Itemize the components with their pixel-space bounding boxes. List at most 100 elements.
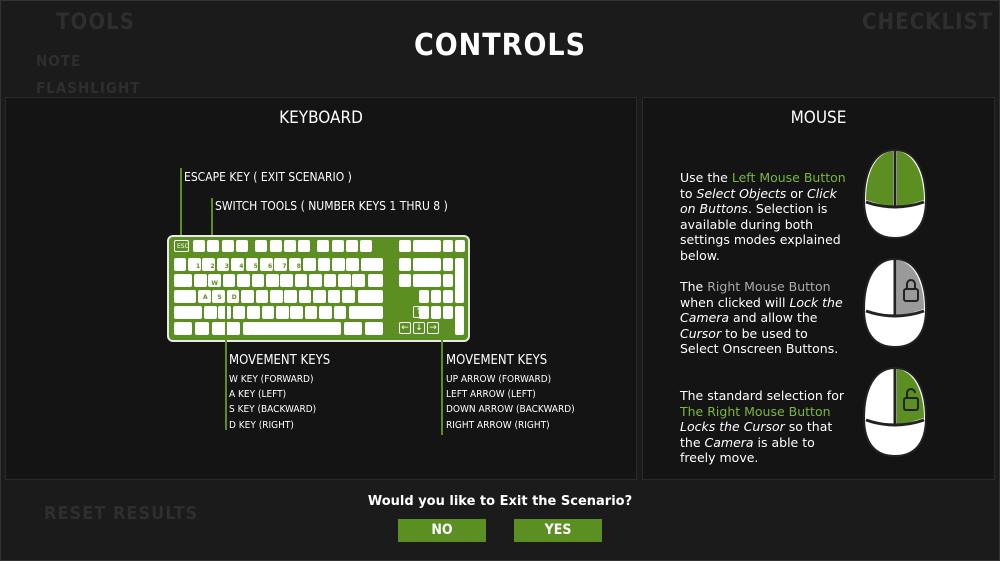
letter-key (222, 274, 236, 287)
down-arrow-key: ↓ (413, 322, 425, 334)
function-key (221, 240, 234, 252)
movement-right-item-4: RIGHT ARROW (RIGHT) (446, 420, 550, 431)
movement-keys-right-title: MOVEMENT KEYS (446, 353, 548, 368)
numpad-key (443, 240, 453, 252)
tab-key (174, 274, 192, 287)
function-key (346, 240, 358, 252)
backspace-key (361, 258, 383, 271)
nav-key (399, 258, 411, 271)
letter-key (309, 274, 322, 287)
letter-key: D (226, 290, 240, 303)
number-key: 8 (288, 258, 302, 271)
function-key (207, 240, 220, 252)
number-key: 1 (188, 258, 201, 271)
alt-key (195, 322, 209, 335)
letter-key (255, 290, 269, 303)
yes-button[interactable]: YES (514, 519, 602, 542)
movement-right-item-3: DOWN ARROW (BACKWARD) (446, 404, 575, 415)
number-key: 3 (216, 258, 230, 271)
numpad-key (431, 258, 441, 271)
enter-key (358, 290, 383, 303)
no-button[interactable]: NO (398, 519, 486, 542)
function-key (235, 240, 248, 252)
letter-key (319, 306, 332, 319)
nav-key (399, 274, 411, 287)
letter-key (261, 306, 275, 319)
letter-key: W (208, 274, 221, 287)
letter-key (241, 290, 254, 303)
letter-key: S (212, 290, 225, 303)
right-arrow-key: → (427, 322, 439, 334)
left-mouse-button-icon (862, 148, 928, 240)
letter-key (276, 306, 289, 319)
numpad-key (431, 306, 441, 319)
movement-left-item-1: W KEY (FORWARD) (229, 374, 314, 385)
alt-key (344, 322, 362, 335)
numpad-key (419, 274, 429, 287)
letter-key (333, 306, 347, 319)
number-key: 2 (202, 258, 215, 271)
numpad-key (419, 240, 429, 252)
letter-key (342, 290, 355, 303)
numpad-key (419, 290, 429, 303)
letter-key (247, 306, 260, 319)
mouse-left-button-description: Use the Left Mouse Button to Select Obje… (680, 170, 846, 263)
function-key (255, 240, 268, 252)
exit-question: Would you like to Exit the Scenario? (367, 494, 633, 509)
function-key (298, 240, 311, 252)
number-key: 5 (245, 258, 259, 271)
letter-key (204, 306, 217, 319)
numpad-key (443, 258, 453, 271)
mouse-title: MOUSE (790, 108, 847, 128)
numpad-key (455, 240, 465, 252)
keyboard-title: KEYBOARD (279, 108, 363, 128)
escape-pointer-line (180, 168, 182, 238)
letter-key (327, 290, 341, 303)
switch-tools-label: SWITCH TOOLS ( NUMBER KEYS 1 THRU 8 ) (215, 199, 448, 213)
right-shift-key (349, 306, 383, 319)
letter-key (298, 290, 312, 303)
escape-key-label: ESCAPE KEY ( EXIT SCENARIO ) (184, 170, 352, 184)
number-key (332, 258, 345, 271)
number-key (303, 258, 316, 271)
numpad-key (443, 274, 453, 287)
letter-key (194, 274, 207, 287)
letter-key (313, 290, 326, 303)
caps-key (174, 290, 196, 303)
numpad-plus-key (455, 258, 464, 303)
movement-right-item-1: UP ARROW (FORWARD) (446, 374, 552, 385)
letter-key (304, 306, 318, 319)
letter-key (294, 274, 308, 287)
numpad-key (419, 258, 429, 271)
letter-key (290, 306, 303, 319)
backtick-key (174, 258, 186, 271)
movement-left-item-2: A KEY (LEFT) (229, 389, 287, 400)
number-key: 4 (231, 258, 244, 271)
function-key (331, 240, 344, 252)
dialog-title: CONTROLS (413, 28, 587, 63)
number-key: 6 (260, 258, 273, 271)
left-arrow-key: ← (399, 322, 411, 334)
letter-key (323, 274, 337, 287)
letter-key (270, 290, 283, 303)
function-key (360, 240, 373, 252)
arrows-pointer-line (441, 334, 443, 435)
letter-key (266, 274, 279, 287)
function-key (193, 240, 205, 252)
number-key (346, 258, 359, 271)
ctrl-key (365, 322, 383, 335)
spacebar-key (243, 322, 341, 335)
letter-key (232, 306, 246, 319)
numpad-key (431, 240, 441, 252)
letter-key (352, 274, 365, 287)
numpad-key (443, 306, 453, 319)
function-key (269, 240, 282, 252)
letter-key (284, 290, 297, 303)
right-mouse-unlock-icon (862, 366, 928, 458)
keyboard-illustration: ESC 12345678WASD↑←↓→ (167, 235, 470, 342)
letter-key: A (198, 290, 211, 303)
movement-keys-left-title: MOVEMENT KEYS (229, 353, 331, 368)
numpad-key (431, 274, 441, 287)
number-key (317, 258, 331, 271)
letter-key (338, 274, 351, 287)
